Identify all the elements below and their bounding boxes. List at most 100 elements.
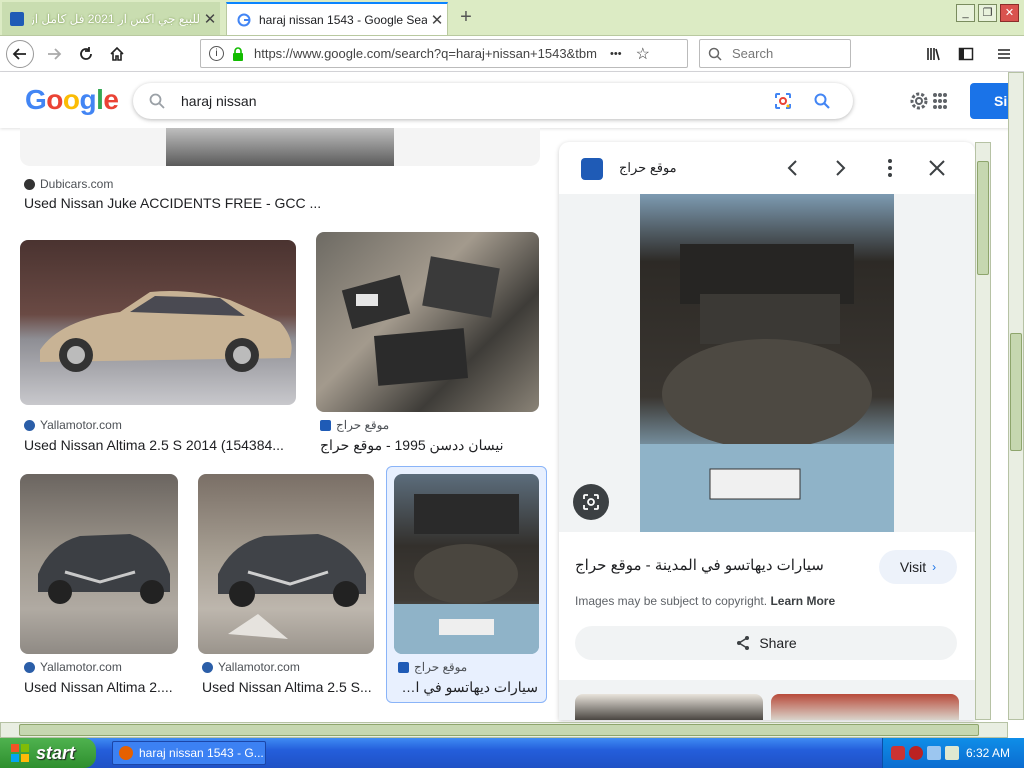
system-tray: 6:32 AM [882,738,1024,768]
yallamotor-favicon-icon [24,419,35,431]
start-button[interactable]: start [0,738,96,768]
tab-title: haraj nissan 1543 - Google Search [259,12,427,27]
volume-icon[interactable] [945,746,959,760]
result-thumbnail-altima-grey-1[interactable] [20,474,178,654]
result-source[interactable]: Yallamotor.com [202,660,300,674]
scroll-thumb[interactable] [1010,333,1022,451]
result-title[interactable]: Used Nissan Altima 2.5 S... [202,679,372,695]
close-tab-icon[interactable]: ✕ [427,11,447,29]
tab-title: للبيع جي اكس ار 2021 فل كامل ازر [32,11,200,26]
back-button[interactable] [6,40,34,68]
taskbar-window-label: haraj nissan 1543 - G... [139,746,264,760]
google-lens-icon[interactable] [773,91,793,111]
search-query-text[interactable]: haraj nissan [181,93,773,109]
chevron-right-icon: › [932,560,937,574]
forward-arrow-icon [48,48,62,60]
haraj-favicon-icon [320,419,331,431]
close-panel-icon[interactable] [927,157,947,182]
info-icon[interactable]: i [209,46,224,61]
image-results-grid: Dubicars.com Used Nissan Juke ACCIDENTS … [0,128,556,720]
home-icon [110,46,124,61]
url-bar[interactable]: i https://www.google.com/search?q=haraj+… [200,39,688,68]
google-search-box[interactable]: haraj nissan [133,83,853,119]
result-title[interactable]: Used Nissan Altima 2.5 S 2014 (154384... [24,437,296,453]
car-image [40,291,292,372]
preview-image[interactable] [640,194,894,532]
logo-letter: o [46,84,63,115]
google-logo[interactable]: Google [25,84,119,116]
taskbar-window-item[interactable]: haraj nissan 1543 - G... [112,741,266,765]
result-thumbnail-altima-grey-2[interactable] [198,474,374,654]
result-source[interactable]: Dubicars.com [24,177,113,191]
tray-app-icon[interactable] [891,746,905,760]
related-image-thumbnail[interactable] [771,694,959,720]
panel-scrollbar[interactable] [975,142,991,720]
logo-letter: G [25,84,47,115]
result-title[interactable]: نيسان ددسن 1995 - موقع حراج [320,437,536,454]
page-vertical-scrollbar[interactable] [1008,72,1024,720]
source-name: Yallamotor.com [40,660,122,674]
result-source[interactable]: موقع حراج [398,660,467,674]
previous-image-icon[interactable] [784,157,802,182]
browser-search-box[interactable]: Search [699,39,851,68]
result-thumbnail-juke[interactable] [20,128,540,166]
result-title[interactable]: Used Nissan Altima 2.... [24,679,176,695]
visit-button[interactable]: Visit › [879,550,957,584]
learn-more-link[interactable]: Learn More [770,594,835,608]
tab-google-search[interactable]: haraj nissan 1543 - Google Search ✕ [226,2,448,35]
home-button[interactable] [103,40,131,68]
reload-button[interactable] [72,40,100,68]
shield-icon[interactable] [909,746,923,760]
menu-button[interactable] [990,40,1018,68]
settings-gear-icon[interactable] [908,90,930,115]
share-button[interactable]: Share [575,626,957,660]
reload-icon [80,47,92,60]
result-source[interactable]: موقع حراج [320,418,389,432]
tab-haraj[interactable]: للبيع جي اكس ار 2021 فل كامل ازر ✕ [2,2,220,35]
scroll-thumb[interactable] [977,161,989,275]
source-name: Yallamotor.com [218,660,300,674]
sign-in-button[interactable]: Si [970,83,1010,119]
bookmark-star-icon[interactable]: ☆ [636,44,650,64]
sidebar-button[interactable] [952,40,980,68]
restore-button[interactable]: ❐ [978,4,997,22]
result-source[interactable]: Yallamotor.com [24,418,122,432]
result-title[interactable]: Used Nissan Juke ACCIDENTS FREE - GCC ..… [24,195,324,211]
result-title[interactable]: سيارات ديهاتسو في المدينة -... [398,679,538,696]
yallamotor-favicon-icon [202,661,213,673]
result-thumbnail-parts[interactable] [316,232,539,412]
yallamotor-favicon-icon [24,661,35,673]
result-thumbnail-daihatsu[interactable] [394,474,539,654]
page-actions-icon[interactable]: ••• [610,48,622,60]
forward-button[interactable] [40,40,68,68]
new-tab-button[interactable]: + [452,4,480,32]
related-image-thumbnail[interactable] [575,694,763,720]
copyright-notice: Images may be subject to copyright. Lear… [575,594,835,608]
scroll-thumb[interactable] [19,724,979,736]
search-icon [149,93,165,109]
result-thumbnail-altima-gold[interactable] [20,240,296,405]
firefox-icon [119,746,133,760]
related-images-strip [559,680,975,720]
logo-letter: g [79,84,97,115]
start-label: start [36,742,76,763]
more-options-icon[interactable] [881,157,899,182]
search-submit-icon[interactable] [813,92,831,110]
clock[interactable]: 6:32 AM [966,746,1010,760]
windows-logo-icon [11,744,29,762]
result-source[interactable]: Yallamotor.com [24,660,122,674]
minimize-button[interactable]: _ [956,4,975,22]
apps-grid-icon[interactable] [932,92,948,113]
lens-search-image-button[interactable] [573,484,609,520]
close-tab-icon[interactable]: ✕ [200,10,220,28]
close-window-button[interactable]: ✕ [1000,4,1019,22]
network-icon[interactable] [927,746,941,760]
car-image [218,534,366,639]
next-image-icon[interactable] [831,157,849,182]
logo-letter: o [62,84,80,115]
library-button[interactable] [920,40,948,68]
panel-source[interactable]: موقع حراج [619,160,677,176]
page-horizontal-scrollbar[interactable] [0,722,1008,738]
panel-title[interactable]: سيارات ديهاتسو في المدينة - موقع حراج [575,556,865,574]
hamburger-menu-icon [998,49,1010,59]
